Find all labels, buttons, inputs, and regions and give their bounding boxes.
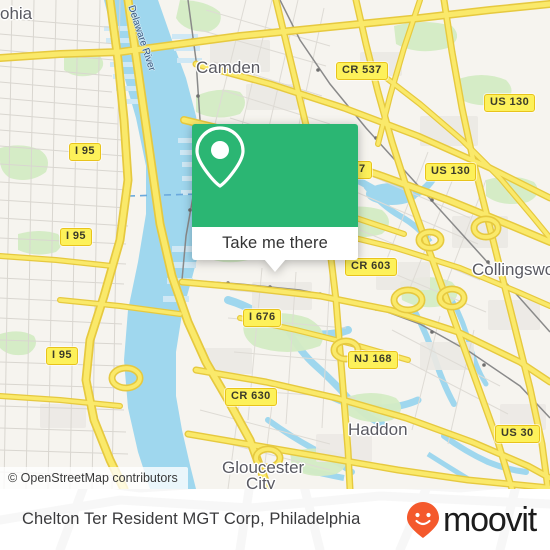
map-canvas[interactable]: ohia Camden Collingswoo Haddon Glouceste… (0, 0, 550, 489)
route-shield-cr-537[interactable]: CR 537 (336, 62, 388, 80)
popup-pointer (264, 259, 286, 272)
footer-bar: Chelton Ter Resident MGT Corp, Philadelp… (0, 489, 550, 550)
route-shield-us-130b[interactable]: US 130 (425, 163, 477, 181)
route-shield-i-676[interactable]: I 676 (243, 309, 282, 327)
map-attribution[interactable]: © OpenStreetMap contributors (0, 467, 188, 489)
location-title: Chelton Ter Resident MGT Corp, Philadelp… (22, 510, 361, 528)
route-shield-i-95-a[interactable]: I 95 (69, 143, 101, 161)
moovit-brand[interactable]: moovit (406, 500, 537, 539)
destination-popup-card[interactable]: Take me there (192, 124, 358, 272)
map-screen: ohia Camden Collingswoo Haddon Glouceste… (0, 0, 550, 550)
popup-icon-area (192, 124, 358, 227)
route-shield-i-95-b[interactable]: I 95 (60, 228, 92, 246)
moovit-smiley-pin-icon (407, 501, 440, 538)
route-shield-cr-630[interactable]: CR 630 (225, 388, 277, 406)
moovit-wordmark: moovit (443, 500, 537, 539)
route-shield-us-130[interactable]: US 130 (484, 94, 536, 112)
map-pin-icon (195, 126, 245, 188)
route-shield-cr-603[interactable]: CR 603 (345, 258, 397, 276)
route-shield-i-95-c[interactable]: I 95 (46, 347, 78, 365)
footer-content: Chelton Ter Resident MGT Corp, Philadelp… (0, 489, 550, 550)
route-shield-us-30[interactable]: US 30 (495, 425, 540, 443)
popup-cta-area[interactable]: Take me there (192, 227, 358, 272)
take-me-there-label: Take me there (222, 234, 328, 252)
route-shield-nj-168[interactable]: NJ 168 (348, 351, 398, 369)
